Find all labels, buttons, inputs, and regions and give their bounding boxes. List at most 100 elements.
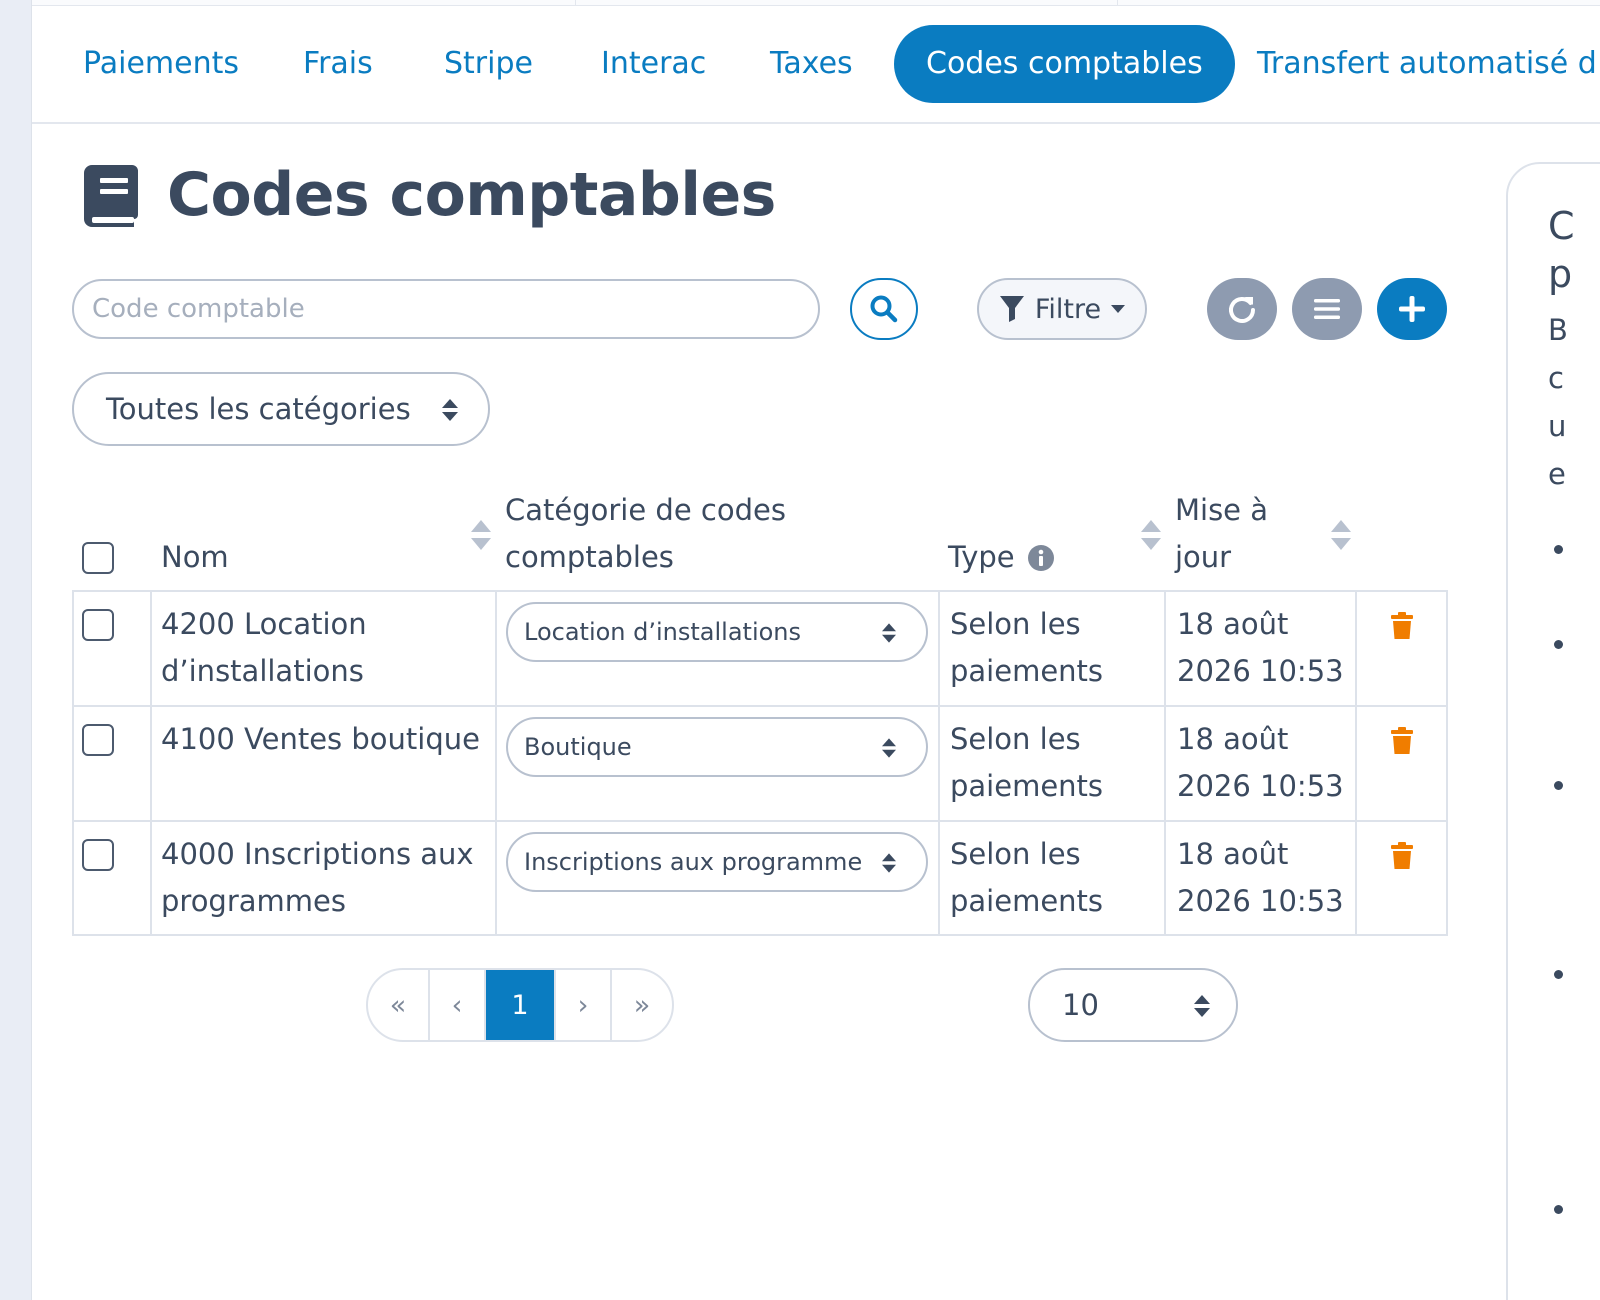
- column-header-updated-line2: jour: [1175, 540, 1232, 574]
- column-header-category-line1: Catégorie de codes: [505, 493, 786, 527]
- column-divider: [1355, 592, 1357, 934]
- tab-transfert-automatise[interactable]: Transfert automatisé d: [1257, 25, 1597, 103]
- column-divider: [495, 592, 497, 934]
- row-updated-line1: 18 août: [1177, 837, 1289, 871]
- list-icon: [1314, 299, 1340, 319]
- row-checkbox[interactable]: [82, 724, 114, 756]
- row-updated-line2: 2026 10:53: [1177, 654, 1344, 688]
- sort-arrows-icon: [882, 738, 896, 758]
- column-header-name[interactable]: Nom: [161, 534, 229, 581]
- tab-stripe[interactable]: Stripe: [444, 25, 533, 103]
- help-panel-text-line: e: [1548, 457, 1566, 491]
- row-category-select[interactable]: Location d’installations: [506, 602, 928, 662]
- row-name[interactable]: 4000 Inscriptions aux programmes: [161, 831, 474, 925]
- row-updated: 18 août 2026 10:53: [1177, 831, 1344, 925]
- refresh-button[interactable]: [1207, 278, 1277, 340]
- sort-arrows-icon: [882, 853, 896, 873]
- row-category-value: Location d’installations: [524, 618, 802, 646]
- search-button[interactable]: [850, 278, 918, 340]
- tab-frais[interactable]: Frais: [303, 25, 373, 103]
- row-name-line2: d’installations: [161, 654, 364, 688]
- sort-arrows-icon: [1194, 995, 1210, 1017]
- row-category-value: Inscriptions aux programme: [524, 848, 863, 876]
- row-type: Selon les paiements: [950, 831, 1103, 925]
- help-panel-text-line: B: [1548, 313, 1568, 347]
- row-type: Selon les paiements: [950, 716, 1103, 810]
- column-header-type[interactable]: Type: [948, 534, 1055, 581]
- row-type: Selon les paiements: [950, 601, 1103, 695]
- sort-icon[interactable]: [1330, 518, 1352, 552]
- row-checkbox[interactable]: [82, 839, 114, 871]
- tab-paiements[interactable]: Paiements: [83, 25, 239, 103]
- bullet-point: [1554, 640, 1563, 649]
- row-updated-line2: 2026 10:53: [1177, 769, 1344, 803]
- help-panel-text-line: c: [1548, 361, 1564, 395]
- row-name[interactable]: 4200 Location d’installations: [161, 601, 367, 695]
- column-divider: [150, 592, 152, 934]
- tab-interac[interactable]: Interac: [601, 25, 706, 103]
- column-header-updated-line1: Mise à: [1175, 493, 1269, 527]
- select-all-checkbox[interactable]: [82, 542, 114, 574]
- list-view-button[interactable]: [1292, 278, 1362, 340]
- filter-label: Filtre: [1034, 293, 1102, 325]
- per-page-value: 10: [1062, 988, 1099, 1022]
- column-header-type-label: Type: [948, 540, 1015, 574]
- main-content: Paiements Frais Stripe Interac Taxes Cod…: [31, 0, 1600, 1300]
- bullet-point: [1554, 545, 1563, 554]
- row-type-line1: Selon les: [950, 722, 1081, 756]
- sort-arrows-icon: [442, 399, 458, 421]
- sort-arrows-icon: [882, 623, 896, 643]
- sort-icon[interactable]: [470, 518, 492, 552]
- pagination-last[interactable]: »: [612, 970, 672, 1040]
- row-type-line1: Selon les: [950, 837, 1081, 871]
- pagination: « ‹ 1 › »: [366, 968, 674, 1042]
- search-input[interactable]: [72, 279, 820, 339]
- row-updated: 18 août 2026 10:53: [1177, 716, 1344, 810]
- row-divider: [74, 820, 1446, 822]
- per-page-select[interactable]: 10: [1028, 968, 1238, 1042]
- info-icon[interactable]: [1027, 544, 1055, 572]
- column-divider: [1164, 592, 1166, 934]
- row-category-select[interactable]: Inscriptions aux programme: [506, 832, 928, 892]
- row-checkbox[interactable]: [82, 609, 114, 641]
- column-header-updated[interactable]: Mise à jour: [1175, 487, 1268, 581]
- row-name-line1: 4100 Ventes boutique: [161, 722, 480, 756]
- page-title: Codes comptables: [167, 160, 776, 230]
- trash-icon[interactable]: [1390, 612, 1414, 640]
- bullet-point: [1554, 1205, 1563, 1214]
- sort-icon[interactable]: [1140, 518, 1162, 552]
- filter-button[interactable]: Filtre: [977, 278, 1147, 340]
- row-type-line2: paiements: [950, 884, 1104, 918]
- bullet-point: [1554, 970, 1563, 979]
- pagination-first[interactable]: «: [368, 970, 430, 1040]
- caret-down-icon: [1111, 305, 1126, 313]
- add-button[interactable]: [1377, 278, 1447, 340]
- tab-taxes[interactable]: Taxes: [770, 25, 853, 103]
- help-panel-title-line1: C: [1548, 204, 1575, 248]
- trash-icon[interactable]: [1390, 842, 1414, 870]
- row-updated-line1: 18 août: [1177, 722, 1289, 756]
- pagination-page-current[interactable]: 1: [486, 970, 556, 1040]
- row-category-select[interactable]: Boutique: [506, 717, 928, 777]
- row-divider: [74, 705, 1446, 707]
- column-header-category: Catégorie de codes comptables: [505, 487, 786, 581]
- tab-codes-comptables[interactable]: Codes comptables: [894, 25, 1235, 103]
- help-panel-title-line2: p: [1548, 252, 1573, 296]
- category-filter-select[interactable]: Toutes les catégories: [72, 372, 490, 446]
- bullet-point: [1554, 781, 1563, 790]
- category-filter-value: Toutes les catégories: [106, 392, 411, 426]
- row-name-line1: 4200 Location: [161, 607, 367, 641]
- book-icon: [84, 165, 138, 227]
- column-header-category-line2: comptables: [505, 540, 674, 574]
- trash-icon[interactable]: [1390, 727, 1414, 755]
- plus-icon: [1399, 296, 1425, 322]
- help-panel: C p B c u e: [1506, 162, 1600, 1300]
- tab-bar: Paiements Frais Stripe Interac Taxes Cod…: [32, 6, 1600, 124]
- pagination-next[interactable]: ›: [556, 970, 612, 1040]
- row-name-line1: 4000 Inscriptions aux: [161, 837, 474, 871]
- pagination-prev[interactable]: ‹: [430, 970, 486, 1040]
- row-updated-line1: 18 août: [1177, 607, 1289, 641]
- row-name[interactable]: 4100 Ventes boutique: [161, 716, 480, 763]
- row-category-value: Boutique: [524, 733, 632, 761]
- row-type-line2: paiements: [950, 654, 1104, 688]
